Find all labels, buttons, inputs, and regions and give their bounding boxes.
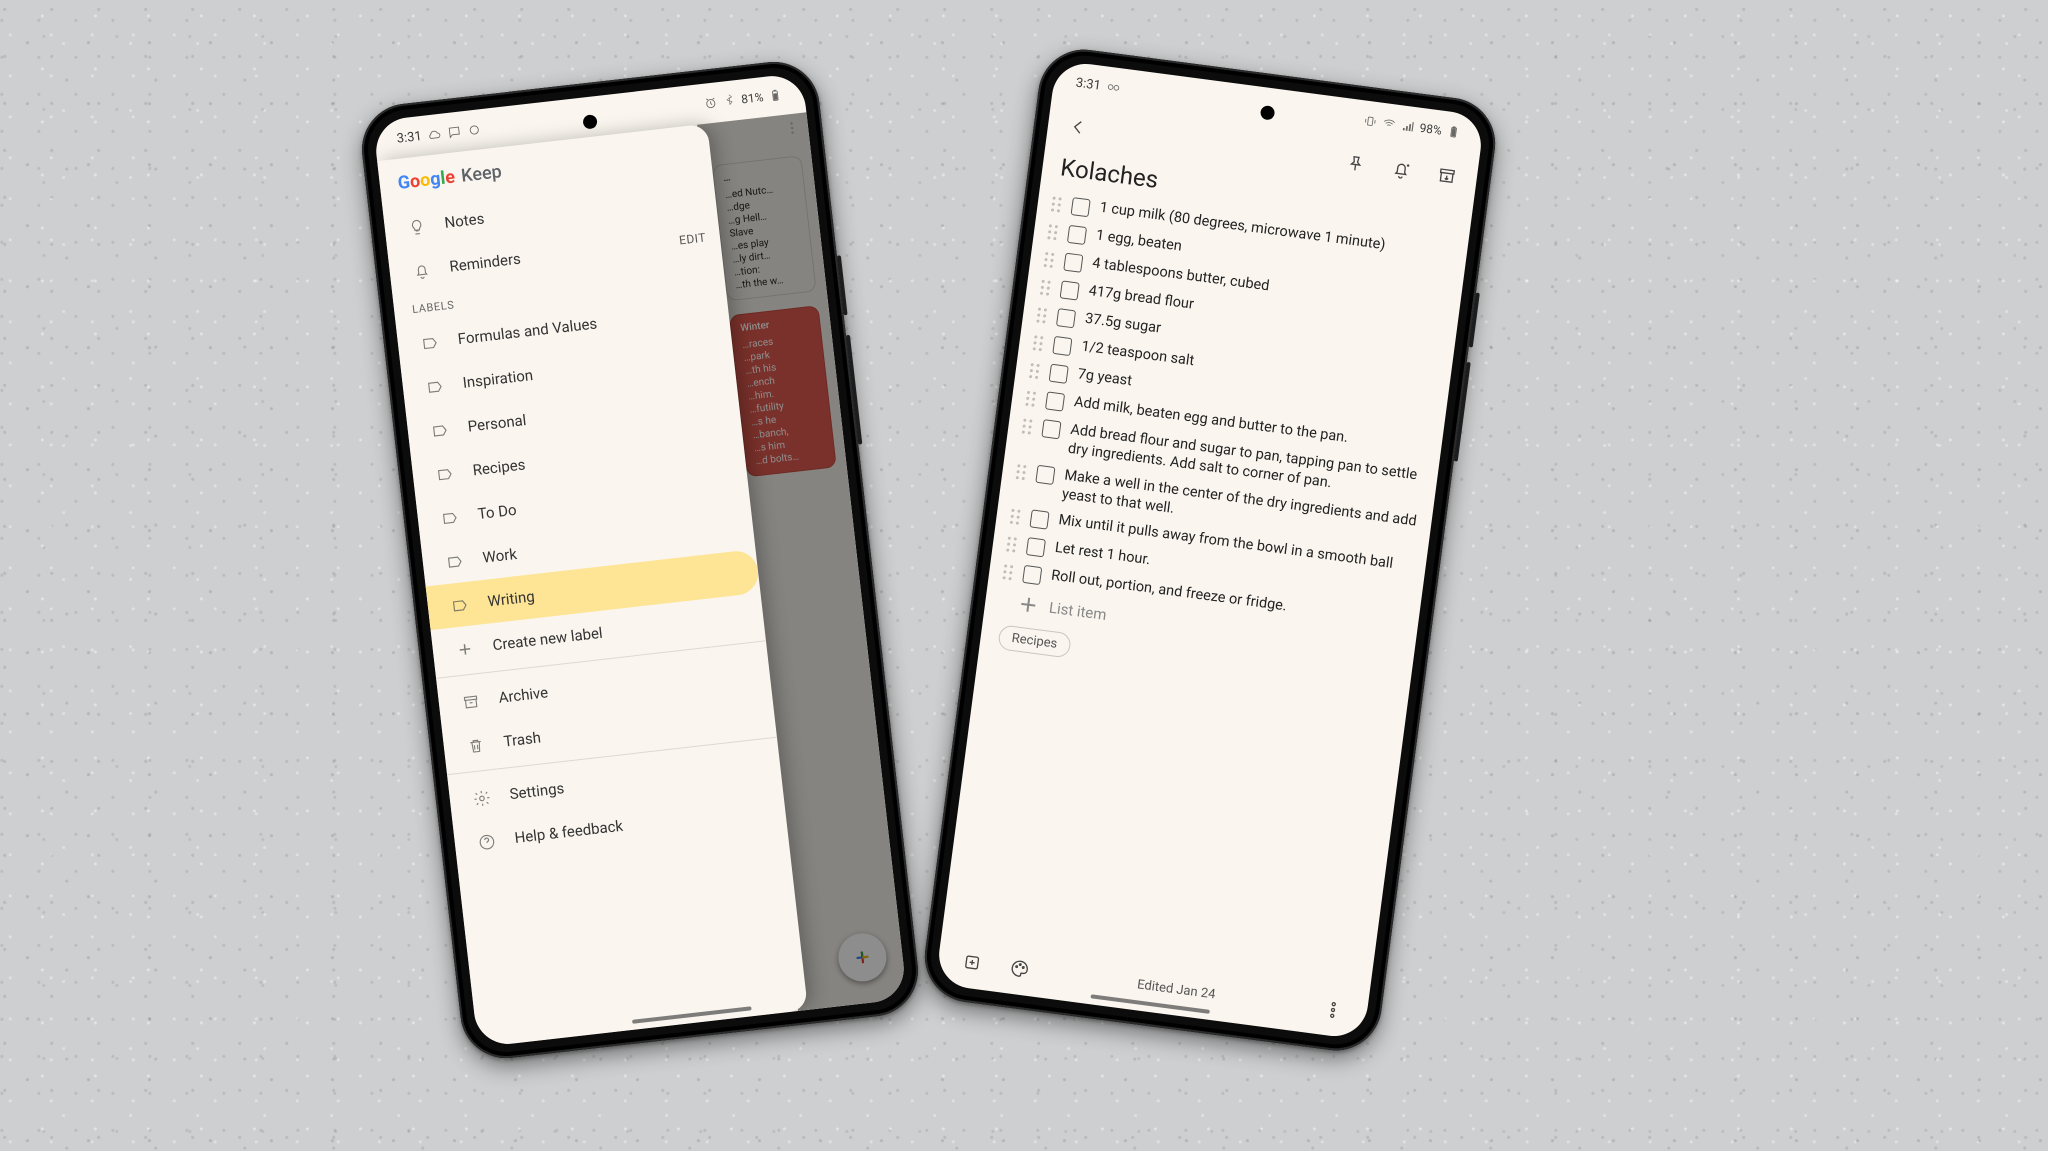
drag-handle-icon[interactable] bbox=[1021, 390, 1039, 407]
label-chip-recipes[interactable]: Recipes bbox=[997, 625, 1071, 659]
edit-labels[interactable]: EDIT bbox=[678, 231, 706, 248]
overflow-icon[interactable] bbox=[783, 119, 801, 137]
checkbox[interactable] bbox=[1026, 538, 1046, 558]
alarm-icon bbox=[703, 95, 718, 110]
lightbulb-icon bbox=[402, 215, 432, 237]
drag-handle-icon[interactable] bbox=[1012, 463, 1030, 480]
status-icon-cloud bbox=[427, 127, 442, 142]
drag-handle-icon[interactable] bbox=[1025, 362, 1043, 379]
plus-icon bbox=[450, 637, 480, 659]
label-icon bbox=[425, 419, 455, 441]
plus-icon bbox=[1018, 595, 1038, 615]
wifi-icon bbox=[1381, 116, 1397, 132]
overflow-button[interactable] bbox=[1311, 988, 1356, 1033]
label-icon bbox=[435, 506, 465, 528]
checkbox[interactable] bbox=[1029, 510, 1049, 530]
drag-handle-icon[interactable] bbox=[1040, 251, 1058, 268]
archive-icon bbox=[456, 690, 486, 712]
bell-icon bbox=[407, 259, 437, 281]
palette-button[interactable] bbox=[997, 946, 1042, 991]
drag-handle-icon[interactable] bbox=[1032, 307, 1050, 324]
drag-handle-icon[interactable] bbox=[1002, 536, 1020, 553]
drag-handle-icon[interactable] bbox=[1036, 279, 1054, 296]
gear-icon bbox=[467, 786, 497, 808]
drag-handle-icon[interactable] bbox=[1006, 509, 1024, 526]
drag-handle-icon[interactable] bbox=[1029, 335, 1047, 352]
keep-wordmark: Keep bbox=[460, 161, 503, 186]
trash-icon bbox=[461, 734, 491, 756]
checkbox[interactable] bbox=[1067, 225, 1087, 245]
label-icon bbox=[415, 331, 445, 353]
checkbox[interactable] bbox=[1049, 364, 1069, 384]
status-icon-message bbox=[447, 125, 462, 140]
label-icon bbox=[420, 375, 450, 397]
label-icon bbox=[440, 550, 470, 572]
checkbox[interactable] bbox=[1041, 419, 1061, 439]
reminder-button[interactable] bbox=[1379, 147, 1424, 192]
checkbox[interactable] bbox=[1045, 391, 1065, 411]
google-logo: Google bbox=[397, 167, 456, 194]
background-note-2: Winter …races …park …th his …ench …him. … bbox=[729, 305, 837, 477]
battery-icon bbox=[1446, 124, 1462, 140]
checkbox[interactable] bbox=[1022, 565, 1042, 585]
pin-button[interactable] bbox=[1333, 141, 1378, 186]
label-icon bbox=[445, 594, 475, 616]
drag-handle-icon[interactable] bbox=[998, 564, 1016, 581]
status-battery: 81% bbox=[740, 90, 764, 106]
status-icon-app bbox=[467, 122, 482, 137]
status-time: 3:31 bbox=[1075, 75, 1102, 93]
status-battery: 98% bbox=[1419, 121, 1443, 138]
drag-handle-icon[interactable] bbox=[1018, 418, 1036, 435]
back-button[interactable] bbox=[1056, 105, 1101, 150]
vibrate-icon bbox=[1362, 113, 1378, 129]
checkbox[interactable] bbox=[1071, 197, 1091, 217]
archive-button[interactable] bbox=[1424, 153, 1469, 198]
drag-handle-icon[interactable] bbox=[1043, 224, 1061, 241]
checkbox[interactable] bbox=[1035, 464, 1055, 484]
checkbox[interactable] bbox=[1052, 336, 1072, 356]
battery-icon bbox=[768, 88, 783, 103]
checkbox[interactable] bbox=[1063, 253, 1083, 273]
add-button[interactable] bbox=[950, 940, 995, 985]
checklist: 1 cup milk (80 degrees, microwave 1 minu… bbox=[988, 187, 1468, 639]
checkbox[interactable] bbox=[1060, 280, 1080, 300]
signal-icon bbox=[1400, 118, 1416, 134]
bluetooth-icon bbox=[722, 93, 737, 108]
status-time: 3:31 bbox=[396, 129, 423, 147]
phone-left-screen: 3:31 81% … …ed Nutc… …dge …g Hell… Slave… bbox=[373, 73, 908, 1048]
new-note-fab[interactable] bbox=[836, 931, 889, 984]
checkbox[interactable] bbox=[1056, 308, 1076, 328]
status-icon-app bbox=[1106, 80, 1122, 96]
drag-handle-icon[interactable] bbox=[1047, 196, 1065, 213]
background-note-1: … …ed Nutc… …dge …g Hell… Slave …es play… bbox=[712, 155, 817, 301]
label-icon bbox=[430, 462, 460, 484]
help-icon bbox=[472, 830, 502, 852]
